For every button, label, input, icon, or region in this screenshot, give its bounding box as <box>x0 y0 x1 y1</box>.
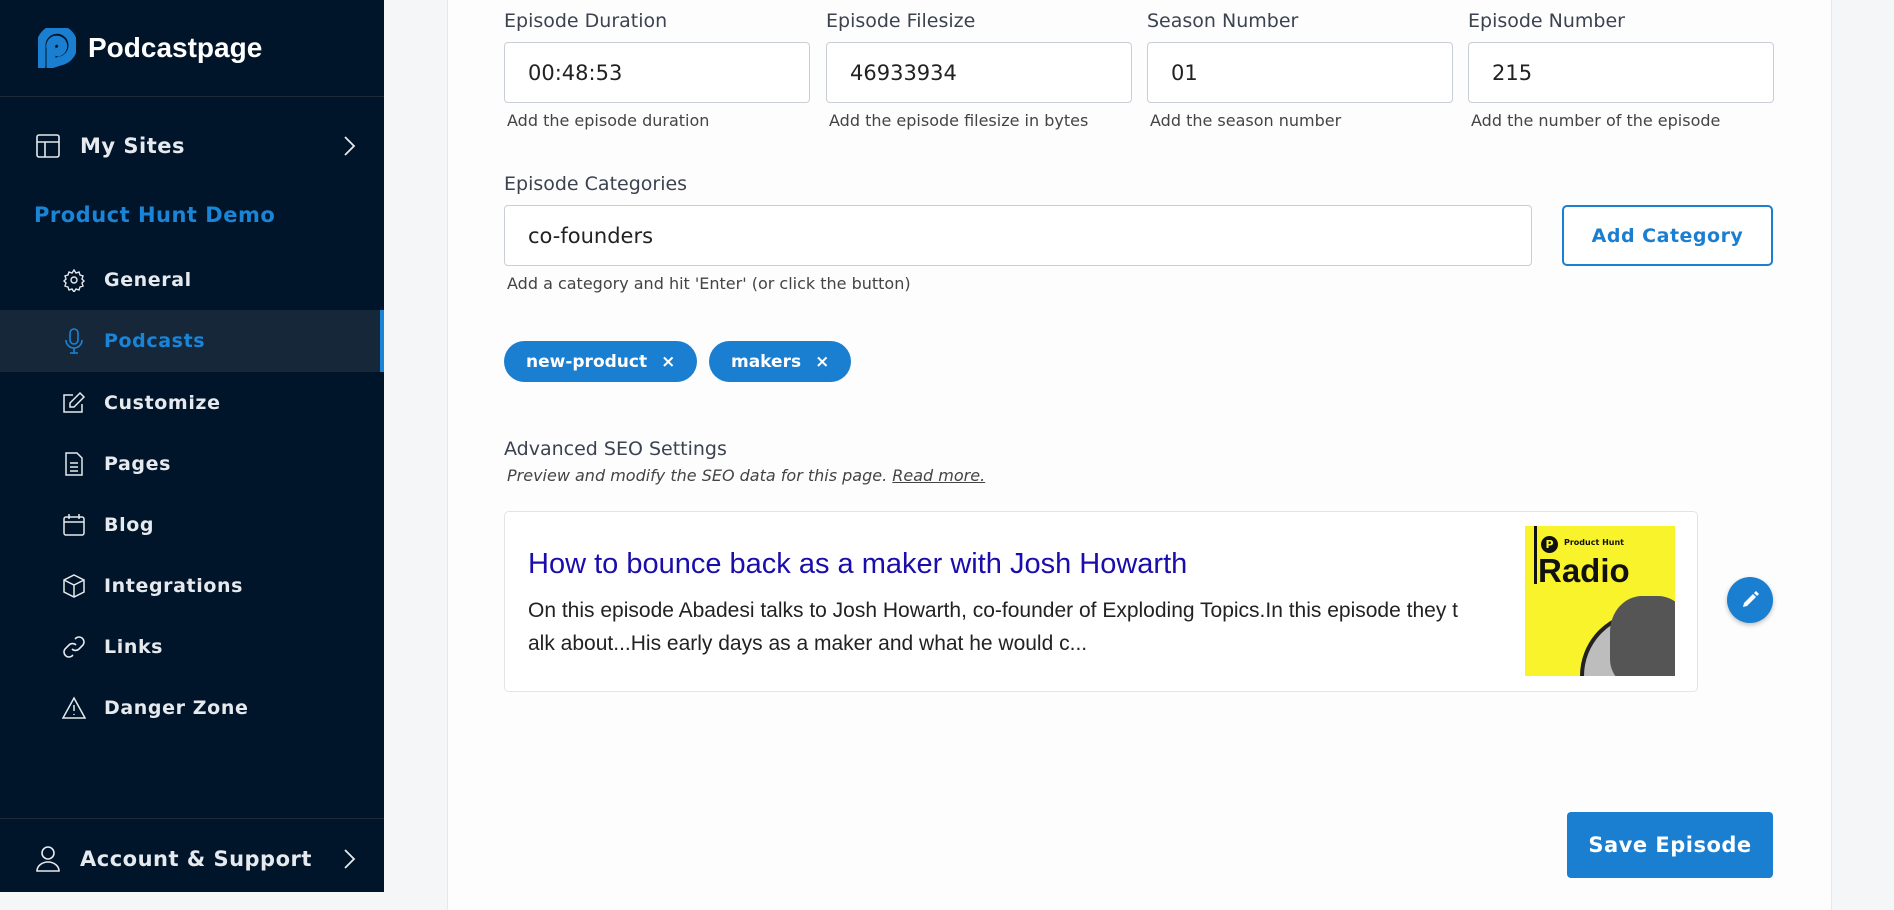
sidebar-item-blog[interactable]: Blog <box>0 494 384 556</box>
account-support-nav[interactable]: Account & Support <box>36 846 356 872</box>
pencil-icon <box>1743 591 1759 607</box>
field-help: Add the episode duration <box>507 111 710 130</box>
gear-icon <box>63 268 85 292</box>
remove-tag-icon[interactable]: × <box>661 352 675 372</box>
seo-subtitle-text: Preview and modify the SEO data for this… <box>507 466 888 485</box>
season-number-input[interactable]: 01 <box>1147 42 1453 103</box>
field-label: Episode Number <box>1468 10 1625 32</box>
sidebar-item-integrations[interactable]: Integrations <box>0 555 384 617</box>
field-help: Add the number of the episode <box>1471 111 1721 130</box>
sidebar-item-label: Links <box>104 636 164 658</box>
account-support-label: Account & Support <box>80 847 312 871</box>
logo[interactable]: Podcastpage <box>38 28 262 68</box>
sidebar-item-label: General <box>104 269 192 291</box>
document-icon <box>65 452 83 476</box>
seo-subtitle: Preview and modify the SEO data for this… <box>507 466 985 485</box>
seo-preview-card: How to bounce back as a maker with Josh … <box>504 511 1698 692</box>
field-help: Add the episode filesize in bytes <box>829 111 1089 130</box>
category-tag: new-product × <box>504 341 698 382</box>
tag-label: makers <box>731 351 802 372</box>
user-icon <box>36 846 60 872</box>
add-category-button[interactable]: Add Category <box>1562 205 1773 266</box>
field-help: Add the season number <box>1150 111 1342 130</box>
edit-seo-button[interactable] <box>1727 577 1773 623</box>
save-episode-button[interactable]: Save Episode <box>1567 812 1773 878</box>
brand-name: Podcastpage <box>88 32 263 63</box>
my-sites-label: My Sites <box>80 134 186 158</box>
sidebar: Podcastpage My Sites Product Hunt Demo G… <box>0 0 384 892</box>
sidebar-item-danger-zone[interactable]: Danger Zone <box>0 677 384 739</box>
sidebar-item-label: Podcasts <box>104 330 206 352</box>
seo-section-label: Advanced SEO Settings <box>504 438 727 460</box>
thumbnail-title: Radio <box>1538 552 1630 589</box>
divider <box>0 818 384 819</box>
warning-icon <box>62 696 86 719</box>
field-label: Episode Duration <box>504 10 668 32</box>
sidebar-item-general[interactable]: General <box>0 249 384 311</box>
divider <box>0 96 384 97</box>
thumbnail-brand: Product Hunt <box>1564 538 1624 547</box>
sidebar-item-label: Pages <box>104 453 172 475</box>
category-tag: makers × <box>709 341 852 382</box>
sidebar-item-pages[interactable]: Pages <box>0 433 384 495</box>
sidebar-item-customize[interactable]: Customize <box>0 372 384 434</box>
sidebar-item-label: Integrations <box>104 575 244 597</box>
chevron-right-icon <box>344 136 356 156</box>
field-help: Add a category and hit 'Enter' (or click… <box>507 274 911 293</box>
remove-tag-icon[interactable]: × <box>815 352 829 372</box>
seo-title: How to bounce back as a maker with Josh … <box>528 548 1188 580</box>
cube-icon <box>63 574 85 598</box>
layout-icon <box>36 134 60 158</box>
field-label: Episode Filesize <box>826 10 976 32</box>
sidebar-item-label: Customize <box>104 392 221 414</box>
podcastpage-logo-icon <box>38 28 76 68</box>
episode-number-input[interactable]: 215 <box>1468 42 1774 103</box>
edit-icon <box>63 391 86 413</box>
sidebar-item-label: Blog <box>104 514 155 536</box>
tag-label: new-product <box>526 351 648 372</box>
field-label: Episode Categories <box>504 173 688 195</box>
calendar-icon <box>63 514 85 536</box>
read-more-link[interactable]: Read more. <box>892 466 985 485</box>
episode-thumbnail: P Product Hunt Radio <box>1525 526 1675 676</box>
microphone-icon <box>65 328 83 354</box>
episode-duration-input[interactable]: 00:48:53 <box>504 42 810 103</box>
link-icon <box>63 636 85 658</box>
sidebar-item-podcasts[interactable]: Podcasts <box>0 310 384 372</box>
category-input[interactable]: co-founders <box>504 205 1532 266</box>
sidebar-item-links[interactable]: Links <box>0 616 384 678</box>
site-name[interactable]: Product Hunt Demo <box>34 203 275 227</box>
sidebar-item-label: Danger Zone <box>104 697 249 719</box>
field-label: Season Number <box>1147 10 1299 32</box>
episode-filesize-input[interactable]: 46933934 <box>826 42 1132 103</box>
my-sites-nav[interactable]: My Sites <box>36 134 356 158</box>
seo-description: On this episode Abadesi talks to Josh Ho… <box>528 599 1458 655</box>
chevron-right-icon <box>344 849 356 869</box>
